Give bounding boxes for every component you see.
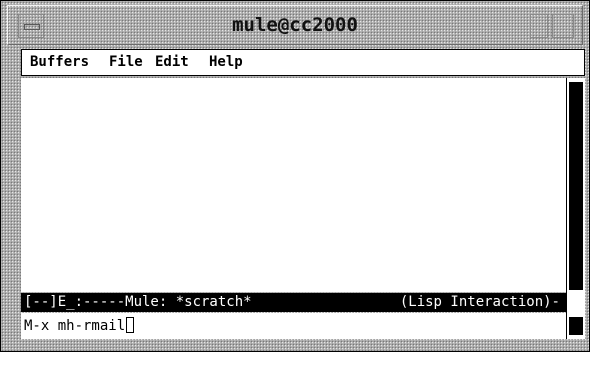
maximize-icon[interactable] xyxy=(552,14,574,38)
minibuffer-input[interactable]: M-x mh-rmail xyxy=(24,318,125,334)
minimize-icon[interactable] xyxy=(530,14,548,38)
app-window: mule@cc2000 Buffers File Edit Help [--]E… xyxy=(0,0,590,352)
mode-line: [--]E_:-----Mule: *scratch* (Lisp Intera… xyxy=(21,293,566,312)
minibuffer[interactable]: M-x mh-rmail xyxy=(21,313,566,339)
menu-bar: Buffers File Edit Help xyxy=(21,49,585,76)
menu-edit[interactable]: Edit xyxy=(155,54,189,70)
mode-line-buffer-info: [--]E_:-----Mule: *scratch* xyxy=(24,294,252,310)
scratch-buffer-text-area[interactable] xyxy=(21,78,566,292)
window-title: mule@cc2000 xyxy=(232,14,358,36)
menu-file[interactable]: File xyxy=(109,54,143,70)
text-cursor xyxy=(126,317,135,333)
menu-help[interactable]: Help xyxy=(209,54,243,70)
menu-buffers[interactable]: Buffers xyxy=(30,54,89,70)
title-bar[interactable]: mule@cc2000 xyxy=(7,5,583,45)
scrollbar-thumb[interactable] xyxy=(569,82,583,290)
vertical-scrollbar[interactable] xyxy=(566,78,585,313)
minibuffer-scroll-block xyxy=(569,317,583,335)
mode-line-major-mode: (Lisp Interaction)- xyxy=(399,294,560,310)
minibuffer-scrollbar xyxy=(566,313,585,339)
